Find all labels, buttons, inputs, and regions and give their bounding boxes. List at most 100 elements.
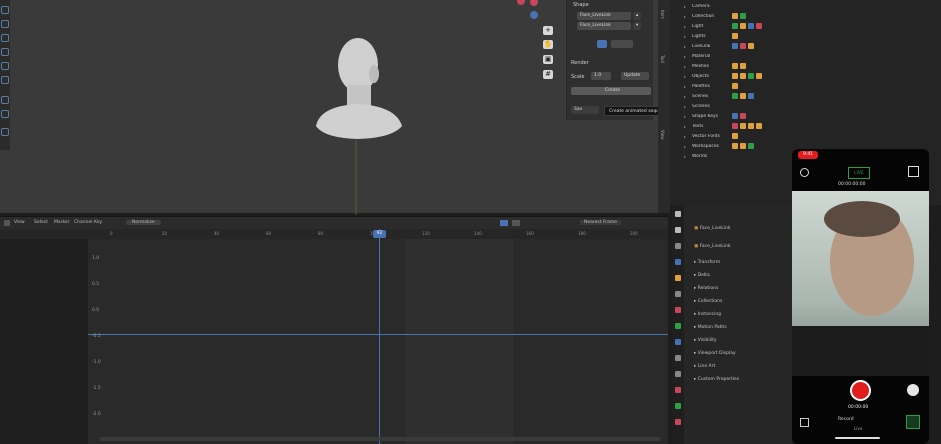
- filter-icon[interactable]: [500, 220, 508, 226]
- outliner-item[interactable]: ▸ Workspaces: [684, 142, 756, 150]
- data-block-icon[interactable]: [740, 93, 746, 99]
- data-block-icon[interactable]: [748, 73, 754, 79]
- data-block-icon[interactable]: [748, 93, 754, 99]
- data-block-icon[interactable]: [756, 73, 762, 79]
- tab-view[interactable]: View: [660, 130, 665, 140]
- properties-section[interactable]: ▸ Relations: [694, 286, 718, 291]
- data-block-icon[interactable]: [732, 133, 738, 139]
- zoom-icon[interactable]: +: [543, 26, 553, 35]
- properties-tab-icon[interactable]: [675, 259, 681, 265]
- gallery-icon[interactable]: [800, 418, 809, 427]
- playhead[interactable]: [379, 229, 380, 444]
- data-block-icon[interactable]: [748, 123, 754, 129]
- menu-select[interactable]: Select: [34, 220, 48, 225]
- slot-options-button[interactable]: [611, 40, 633, 48]
- properties-tab-icon[interactable]: [675, 323, 681, 329]
- outliner-item[interactable]: ▸ Worlds: [684, 152, 732, 160]
- save-button[interactable]: Sav: [571, 106, 599, 114]
- create-button[interactable]: Create: [571, 87, 651, 95]
- data-block-icon[interactable]: [732, 123, 738, 129]
- outliner-item[interactable]: ▸ Objects: [684, 72, 764, 80]
- menu-channel[interactable]: Channel: [74, 220, 92, 225]
- properties-section[interactable]: ▸ Line Art: [694, 364, 715, 369]
- data-block-icon[interactable]: [732, 33, 738, 39]
- perspective-grid-icon[interactable]: #: [543, 70, 553, 79]
- properties-section[interactable]: ▸ Delta: [694, 273, 710, 278]
- live-link-icon[interactable]: [906, 415, 920, 429]
- slot-up-icon[interactable]: ▴: [633, 12, 641, 20]
- expand-arrow-icon[interactable]: ▸: [684, 154, 688, 159]
- normalize-dropdown[interactable]: Normalize: [126, 220, 161, 225]
- properties-section[interactable]: ▸ Instancing: [694, 312, 721, 317]
- properties-section[interactable]: ▸ Viewport Display: [694, 351, 736, 356]
- settings-gear-icon[interactable]: [800, 168, 809, 177]
- properties-tab-icon[interactable]: [675, 355, 681, 361]
- data-block-icon[interactable]: [732, 113, 738, 119]
- outliner-item[interactable]: ▸ LiveLink: [684, 42, 756, 50]
- properties-section[interactable]: ▸ Visibility: [694, 338, 717, 343]
- add-cube-tool-icon[interactable]: [1, 128, 9, 136]
- data-block-icon[interactable]: [732, 43, 738, 49]
- expand-arrow-icon[interactable]: ▸: [684, 74, 688, 79]
- tab-tool[interactable]: Tool: [660, 55, 665, 63]
- expand-arrow-icon[interactable]: ▸: [684, 124, 688, 129]
- data-block-icon[interactable]: [740, 43, 746, 49]
- properties-tab-icon[interactable]: [675, 387, 681, 393]
- outliner-item[interactable]: ▸ Vector Fonts: [684, 132, 740, 140]
- frame-ruler[interactable]: 020406080100120140160180200220: [0, 229, 690, 239]
- data-block-icon[interactable]: [748, 43, 754, 49]
- horizontal-scrollbar[interactable]: [100, 437, 660, 441]
- outliner-item[interactable]: ▸ Palettes: [684, 82, 740, 90]
- expand-arrow-icon[interactable]: ▸: [684, 64, 688, 69]
- outliner-item[interactable]: ▸ Texts: [684, 122, 764, 130]
- outliner-item[interactable]: ▸ Scenes: [684, 92, 756, 100]
- gizmo-x-icon[interactable]: [517, 0, 525, 5]
- data-block-icon[interactable]: [732, 63, 738, 69]
- properties-section[interactable]: ▸ Transform: [694, 260, 720, 265]
- outliner-item[interactable]: ▸ Collection: [684, 12, 748, 20]
- properties-tab-icon[interactable]: [675, 211, 681, 217]
- pan-hand-icon[interactable]: ✋: [543, 40, 553, 49]
- move-tool-icon[interactable]: [1, 34, 9, 42]
- outliner-item[interactable]: ▸ Meshes: [684, 62, 748, 70]
- gizmo-y-icon[interactable]: [530, 0, 538, 6]
- transform-tool-icon[interactable]: [1, 76, 9, 84]
- pivot-dropdown[interactable]: Nearest Frame: [580, 220, 621, 225]
- properties-tab-icon[interactable]: [675, 243, 681, 249]
- camera-view-icon[interactable]: ▣: [543, 55, 553, 64]
- flip-camera-icon[interactable]: [907, 384, 919, 396]
- expand-arrow-icon[interactable]: ▸: [684, 24, 688, 29]
- data-block-icon[interactable]: [740, 23, 746, 29]
- data-block-icon[interactable]: [740, 13, 746, 19]
- data-block-icon[interactable]: [740, 73, 746, 79]
- gizmo-z-icon[interactable]: [530, 11, 538, 19]
- shape-slot-1[interactable]: Face_LiveLink: [577, 12, 631, 20]
- shape-slot-2[interactable]: Face_LiveLink: [577, 22, 631, 30]
- properties-section[interactable]: ▸ Motion Paths: [694, 325, 727, 330]
- properties-tab-icon[interactable]: [675, 227, 681, 233]
- data-block-icon[interactable]: [732, 93, 738, 99]
- expand-arrow-icon[interactable]: ▸: [684, 34, 688, 39]
- current-frame-indicator[interactable]: 92: [373, 230, 386, 238]
- expand-arrow-icon[interactable]: ▸: [684, 134, 688, 139]
- outliner-item[interactable]: ▸ Material: [684, 52, 732, 60]
- data-block-icon[interactable]: [732, 143, 738, 149]
- slot-down-icon[interactable]: ▾: [633, 22, 641, 30]
- expand-arrow-icon[interactable]: ▸: [684, 4, 688, 9]
- outliner-item[interactable]: ▸ Screens: [684, 102, 732, 110]
- object-name-header[interactable]: ▣ Face_LiveLink: [694, 226, 731, 231]
- properties-tab-icon[interactable]: [675, 403, 681, 409]
- data-block-icon[interactable]: [748, 23, 754, 29]
- data-block-icon[interactable]: [732, 83, 738, 89]
- data-block-icon[interactable]: [732, 73, 738, 79]
- properties-tab-icon[interactable]: [675, 291, 681, 297]
- menu-key[interactable]: Key: [94, 220, 102, 225]
- menu-view[interactable]: View: [14, 220, 25, 225]
- measure-tool-icon[interactable]: [1, 110, 9, 118]
- properties-tab-icon[interactable]: [675, 275, 681, 281]
- head-bust-model[interactable]: [300, 30, 420, 215]
- data-block-icon[interactable]: [740, 63, 746, 69]
- outliner-item[interactable]: ▸ Lights: [684, 32, 740, 40]
- data-block-icon[interactable]: [740, 123, 746, 129]
- outliner-item[interactable]: ▸ Light: [684, 22, 764, 30]
